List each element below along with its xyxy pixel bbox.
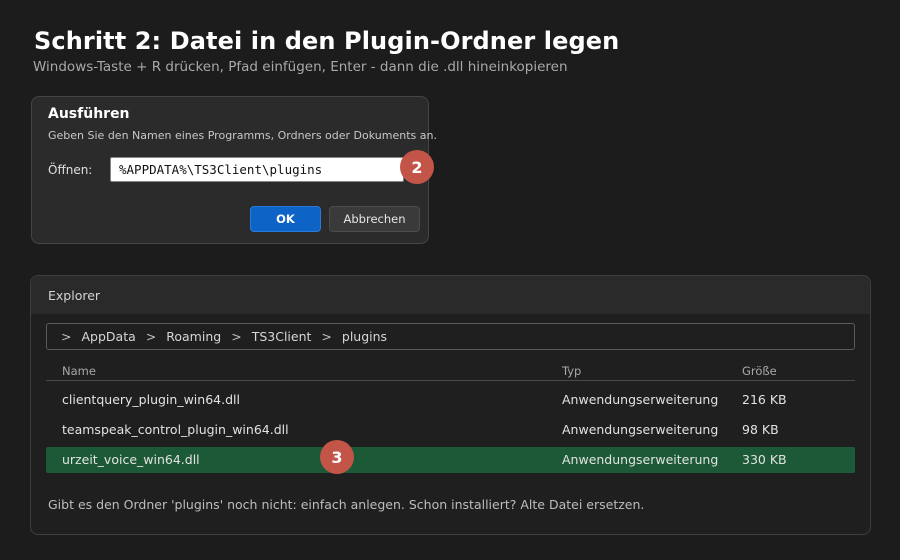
run-dialog-description: Geben Sie den Namen eines Programms, Ord… bbox=[48, 129, 437, 142]
file-row[interactable]: clientquery_plugin_win64.dll Anwendungse… bbox=[46, 387, 855, 413]
address-bar[interactable]: > AppData > Roaming > TS3Client > plugin… bbox=[46, 323, 855, 350]
file-name: urzeit_voice_win64.dll bbox=[62, 452, 200, 467]
run-dialog-title: Ausführen bbox=[48, 106, 130, 122]
file-type: Anwendungserweiterung bbox=[562, 452, 719, 467]
file-type: Anwendungserweiterung bbox=[562, 422, 719, 437]
file-size: 98 KB bbox=[742, 422, 779, 437]
step-marker-3: 3 bbox=[320, 440, 354, 474]
column-divider bbox=[46, 380, 855, 381]
page-subtitle: Windows-Taste + R drücken, Pfad einfügen… bbox=[33, 59, 568, 75]
file-type: Anwendungserweiterung bbox=[562, 392, 719, 407]
chevron-right-icon: > bbox=[145, 329, 157, 344]
explorer-window: Explorer > AppData > Roaming > TS3Client… bbox=[30, 275, 871, 535]
column-header-type[interactable]: Typ bbox=[562, 364, 581, 378]
open-label: Öffnen: bbox=[48, 163, 93, 177]
file-size: 330 KB bbox=[742, 452, 787, 467]
breadcrumb-item[interactable]: Roaming bbox=[166, 329, 221, 344]
file-name: teamspeak_control_plugin_win64.dll bbox=[62, 422, 289, 437]
run-dialog: Ausführen Geben Sie den Namen eines Prog… bbox=[31, 96, 437, 244]
step-marker-2: 2 bbox=[400, 150, 434, 184]
explorer-title: Explorer bbox=[48, 288, 101, 303]
breadcrumb-item[interactable]: AppData bbox=[81, 329, 135, 344]
chevron-right-icon: > bbox=[321, 329, 332, 344]
file-name: clientquery_plugin_win64.dll bbox=[62, 392, 240, 407]
file-row-selected[interactable]: urzeit_voice_win64.dll Anwendungserweite… bbox=[46, 447, 855, 473]
column-header-size[interactable]: Größe bbox=[742, 364, 777, 378]
file-size: 216 KB bbox=[742, 392, 787, 407]
column-header-name[interactable]: Name bbox=[62, 364, 96, 378]
cancel-button[interactable]: Abbrechen bbox=[329, 206, 420, 232]
breadcrumb-item[interactable]: TS3Client bbox=[252, 329, 312, 344]
file-row[interactable]: teamspeak_control_plugin_win64.dll Anwen… bbox=[46, 417, 855, 443]
ok-button[interactable]: OK bbox=[250, 206, 321, 232]
footer-note: Gibt es den Ordner 'plugins' noch nicht:… bbox=[48, 497, 645, 512]
open-input[interactable] bbox=[110, 157, 404, 182]
breadcrumb-item[interactable]: plugins bbox=[342, 329, 387, 344]
page-title: Schritt 2: Datei in den Plugin-Ordner le… bbox=[34, 27, 620, 55]
chevron-right-icon: > bbox=[231, 329, 242, 344]
chevron-right-icon: > bbox=[61, 329, 72, 344]
explorer-header: Explorer bbox=[31, 276, 870, 314]
